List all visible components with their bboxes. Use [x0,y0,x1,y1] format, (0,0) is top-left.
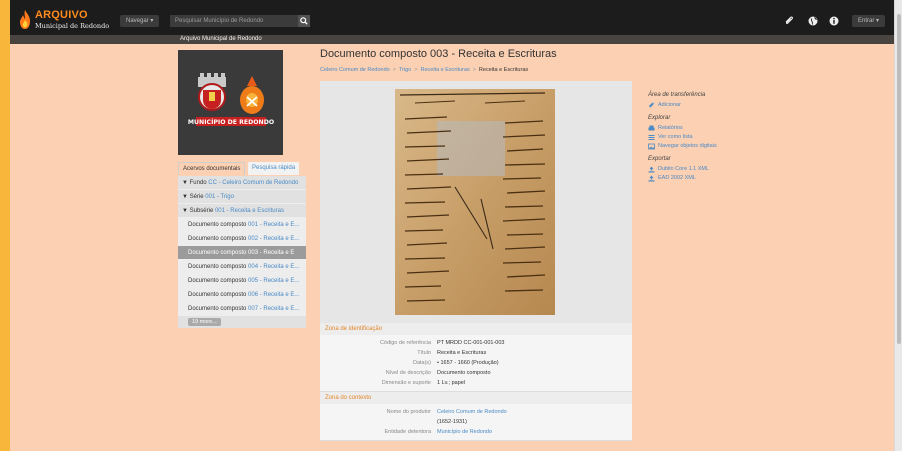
export-heading: Exportar [648,156,671,162]
digital-object-viewer [320,81,632,323]
field-row: Código de referência PT MRDD CC-001-001-0… [379,340,505,346]
tree-node-item[interactable]: Documento composto 004 - Receita e E... [178,260,306,274]
emblem-banner-text: MUNICÍPIO DE REDONDO [188,117,274,126]
breadcrumb-current: Receita e Escrituras [478,67,529,73]
ead-export-link[interactable]: EAD 2002 XML [648,174,768,183]
left-accent-stripe [0,0,10,451]
list-icon [648,135,655,140]
field-row: Nome do produtor Celeiro Comum de Redondo [386,407,507,417]
breadcrumb-link[interactable]: Celeiro Comum de Redondo [320,67,390,73]
logo-title: ARQUIVO [35,9,88,21]
more-items-button[interactable]: 19 more... [188,318,221,326]
field-row: Título Receita e Escrituras [417,350,487,356]
breadcrumb-separator: > [392,67,396,73]
clipboard-menu[interactable] [783,15,795,27]
image-icon [648,143,655,150]
page-title: Documento composto 003 - Receita e Escri… [320,48,557,60]
repository-bar: Arquivo Municipal de Redondo [10,35,894,44]
explore-heading: Explorar [648,115,671,121]
language-menu[interactable] [807,15,819,27]
tree-node-item[interactable]: Documento composto 002 - Receita e E... [178,232,306,246]
field-row: Data(s) • 1657 - 1660 (Produção) [412,360,499,366]
breadcrumb-separator: > [414,67,418,73]
tree-node-fonds[interactable]: ▼ Fundo CC - Celeiro Comum de Redondo [178,176,306,190]
paperclip-icon [649,102,654,108]
repository-title[interactable]: Arquivo Municipal de Redondo [180,36,262,42]
reports-link[interactable]: Relatórios [648,124,768,133]
tree-node-item[interactable]: Documento composto 006 - Receita e E... [178,288,306,302]
left-tabs: Acervos documentais Pesquisa rápida [178,162,306,175]
treeview: ▼ Fundo CC - Celeiro Comum de Redondo ▼ … [178,176,306,328]
dublin-core-export-link[interactable]: Dublin Core 1.1 XML [648,165,768,174]
section-heading[interactable]: Zona do contexto [320,392,632,404]
view-as-list-link[interactable]: Ver como lista [648,133,768,142]
search-icon [300,17,308,25]
breadcrumb-link[interactable]: Trigo [399,67,411,73]
breadcrumb-separator: > [472,67,476,73]
tree-node-item-selected[interactable]: Documento composto 003 - Receita e E [178,246,306,260]
tree-node-subseries[interactable]: ▼ Subsérie 001 - Receita e Escrituras [178,204,306,218]
breadcrumb: Celeiro Comum de Redondo > Trigo > Receita e… [320,67,632,73]
section-heading[interactable]: Zona de identificação [320,323,632,335]
vertical-scrollbar[interactable] [894,0,902,451]
tab-holdings[interactable]: Acervos documentais [178,162,246,175]
field-row: (1652-1931) [437,419,467,425]
producer-link[interactable]: Celeiro Comum de Redondo [437,407,507,417]
upload-icon [648,175,655,182]
tab-quick-search[interactable]: Pesquisa rápida [248,162,300,175]
manuscript-page-image[interactable] [395,89,555,315]
tree-node-item[interactable]: Documento composto 001 - Receita e E... [178,218,306,232]
field-row: Dimensão e suporte 1 Lv.; papel [381,380,466,386]
add-to-clipboard-link[interactable]: Adicionar [648,101,768,110]
browse-digital-objects-link[interactable]: Navegar objetos digitais [648,142,768,151]
search-input[interactable]: Pesquisar Município de Redondo [170,15,298,27]
repository-logo[interactable]: MUNICÍPIO DE REDONDO [178,50,283,155]
breadcrumb-link[interactable]: Receita e Escrituras [420,67,469,73]
tree-node-series[interactable]: ▼ Série 001 - Trigo [178,190,306,204]
field-row: Nível de descrição Documento composto [385,370,491,376]
context-area: Zona do contexto Nome do produtor Celeiro… [320,392,632,441]
upload-icon [648,166,655,173]
print-icon [648,125,655,131]
paperclip-icon [785,16,793,25]
clipboard-heading: Área de transferência [648,92,706,98]
browse-menu-button[interactable]: Navegar ▾ [120,15,160,27]
site-logo[interactable]: ARQUIVO Municipal de Redondo [18,9,118,31]
main-content: Documento composto 003 - Receita e Escri… [320,48,632,441]
flame-logo-icon [20,10,30,29]
top-navbar: ARQUIVO Municipal de Redondo Navegar ▾ P… [10,0,894,35]
login-button[interactable]: Entrar ▾ [852,15,886,27]
search-button[interactable] [298,15,310,27]
manuscript-scan-icon [395,89,555,315]
scrollbar-thumb[interactable] [897,14,901,344]
tree-node-item[interactable]: Documento composto 005 - Receita e E... [178,274,306,288]
municipal-coat-of-arms-icon: MUNICÍPIO DE REDONDO [188,73,274,126]
tree-node-item[interactable]: Documento composto 007 - Receita e E... [178,302,306,316]
identity-area: Zona de identificação Código de referênc… [320,323,632,392]
repository-link[interactable]: Município de Redondo [437,427,492,437]
logo-subtitle: Municipal de Redondo [35,22,110,30]
info-icon [829,16,839,26]
globe-icon [808,16,818,26]
field-row: Entidade detentora Município de Redondo [384,427,493,437]
quick-links-menu[interactable] [828,15,840,27]
context-menu: Área de transferência Adicionar Explorar… [648,92,768,183]
